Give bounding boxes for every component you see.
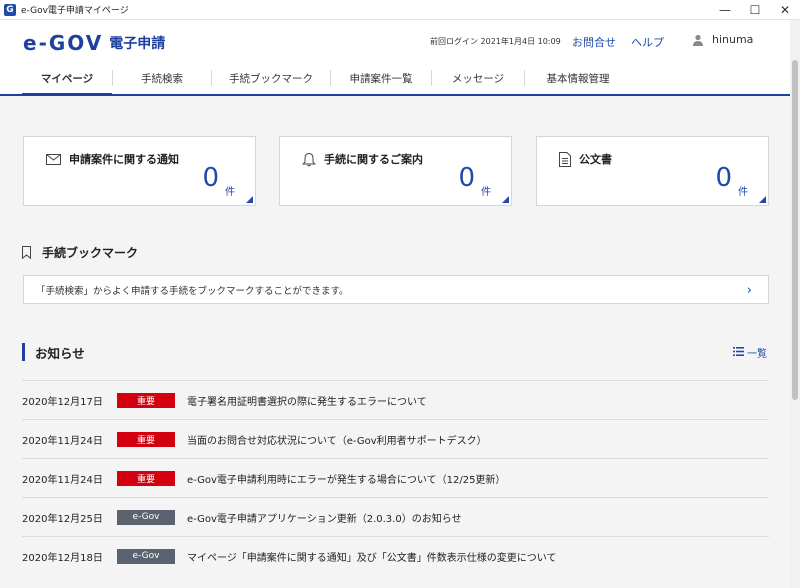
tab-mypage[interactable]: マイページ (22, 62, 112, 96)
minimize-button[interactable]: — (710, 0, 740, 20)
corner-triangle-icon (759, 196, 766, 203)
corner-triangle-icon (246, 196, 253, 203)
tab-basic-info[interactable]: 基本情報管理 (525, 62, 631, 94)
news-date: 2020年12月17日 (22, 396, 103, 408)
card-label: 公文書 (579, 153, 612, 166)
news-list: 2020年12月17日 重要 電子署名用証明書選択の際に発生するエラーについて … (22, 380, 769, 575)
news-badge: e-Gov (117, 548, 175, 564)
mail-icon (46, 153, 61, 165)
news-date: 2020年11月24日 (22, 474, 103, 486)
contact-link[interactable]: お問合せ (572, 34, 616, 50)
news-badge: 重要 (117, 392, 175, 408)
news-date: 2020年12月18日 (22, 552, 103, 564)
app-icon: G (4, 3, 16, 16)
card-count: 0 (458, 163, 475, 193)
logo-sub-text: 電子申請 (109, 36, 166, 52)
card-unit: 件 (225, 187, 235, 198)
user-name: hinuma (712, 33, 754, 46)
maximize-button[interactable]: ☐ (740, 0, 770, 20)
close-button[interactable]: ✕ (770, 0, 800, 20)
news-item[interactable]: 2020年11月24日 重要 当面のお問合せ対応状況について（e-Gov利用者サ… (22, 419, 769, 458)
scrollbar[interactable] (790, 20, 800, 588)
user-icon (693, 34, 703, 46)
bookmark-heading-text: 手続ブックマーク (42, 246, 139, 260)
card-unit: 件 (738, 187, 748, 198)
list-icon (733, 346, 744, 359)
news-item[interactable]: 2020年12月17日 重要 電子署名用証明書選択の際に発生するエラーについて (22, 380, 769, 419)
scrollbar-thumb[interactable] (792, 60, 798, 400)
egov-logo[interactable]: e-GOV 電子申請 (23, 31, 165, 55)
tab-procedure-search[interactable]: 手続検索 (113, 62, 211, 94)
window-titlebar: G e-Gov電子申請マイページ — ☐ ✕ (0, 0, 800, 20)
news-item[interactable]: 2020年12月18日 e-Gov マイページ「申請案件に関する通知」及び「公文… (22, 536, 769, 575)
document-icon (559, 151, 571, 167)
news-badge: 重要 (117, 431, 175, 447)
news-title[interactable]: 当面のお問合せ対応状況について（e-Gov利用者サポートデスク） (187, 432, 487, 447)
news-title[interactable]: e-Gov電子申請アプリケーション更新（2.0.3.0）のお知らせ (187, 510, 462, 525)
card-label: 手続に関するご案内 (324, 153, 423, 166)
news-title[interactable]: e-Gov電子申請利用時にエラーが発生する場合について（12/25更新） (187, 471, 505, 486)
news-heading: お知らせ (22, 343, 85, 361)
bookmark-heading: 手続ブックマーク (22, 244, 138, 261)
news-date: 2020年12月25日 (22, 513, 103, 525)
tab-application-list[interactable]: 申請案件一覧 (331, 62, 431, 94)
window-title: e-Gov電子申請マイページ (21, 6, 129, 16)
chevron-right-icon: › (746, 283, 752, 298)
card-procedure-guidance[interactable]: 手続に関するご案内 0 件 (279, 136, 512, 206)
news-all-link[interactable]: 一覧 (733, 345, 767, 360)
card-official-documents[interactable]: 公文書 0 件 (536, 136, 769, 206)
bookmark-empty-box[interactable]: 「手続検索」からよく申請する手続をブックマークすることができます。 › (23, 275, 769, 304)
bell-icon (302, 152, 316, 166)
card-unit: 件 (481, 187, 491, 198)
site-header: e-GOV 電子申請 前回ログイン 2021年1月4日 10:09 お問合せ ヘ… (0, 20, 800, 62)
news-title[interactable]: 電子署名用証明書選択の際に発生するエラーについて (187, 393, 427, 408)
tab-procedure-bookmark[interactable]: 手続ブックマーク (212, 62, 330, 94)
tab-messages[interactable]: メッセージ (432, 62, 524, 94)
corner-triangle-icon (502, 196, 509, 203)
card-label: 申請案件に関する通知 (69, 153, 179, 166)
news-all-label: 一覧 (747, 349, 767, 360)
news-badge: e-Gov (117, 509, 175, 525)
card-application-notices[interactable]: 申請案件に関する通知 0 件 (23, 136, 256, 206)
news-title[interactable]: マイページ「申請案件に関する通知」及び「公文書」件数表示仕様の変更について (187, 549, 557, 564)
news-item[interactable]: 2020年12月25日 e-Gov e-Gov電子申請アプリケーション更新（2.… (22, 497, 769, 536)
user-menu[interactable]: hinuma (692, 33, 753, 46)
help-link[interactable]: ヘルプ (631, 34, 664, 50)
news-date: 2020年11月24日 (22, 435, 103, 447)
news-item[interactable]: 2020年11月24日 重要 e-Gov電子申請利用時にエラーが発生する場合につ… (22, 458, 769, 497)
card-count: 0 (715, 163, 732, 193)
logo-egov-text: e-GOV (23, 31, 104, 55)
bookmark-icon (22, 246, 31, 259)
window-controls: — ☐ ✕ (710, 0, 800, 20)
bookmark-message: 「手続検索」からよく申請する手続をブックマークすることができます。 (36, 285, 349, 297)
main-nav: マイページ 手続検索 手続ブックマーク 申請案件一覧 メッセージ 基本情報管理 (0, 62, 790, 96)
last-login-text: 前回ログイン 2021年1月4日 10:09 (430, 37, 561, 46)
card-count: 0 (202, 163, 219, 193)
news-badge: 重要 (117, 470, 175, 486)
